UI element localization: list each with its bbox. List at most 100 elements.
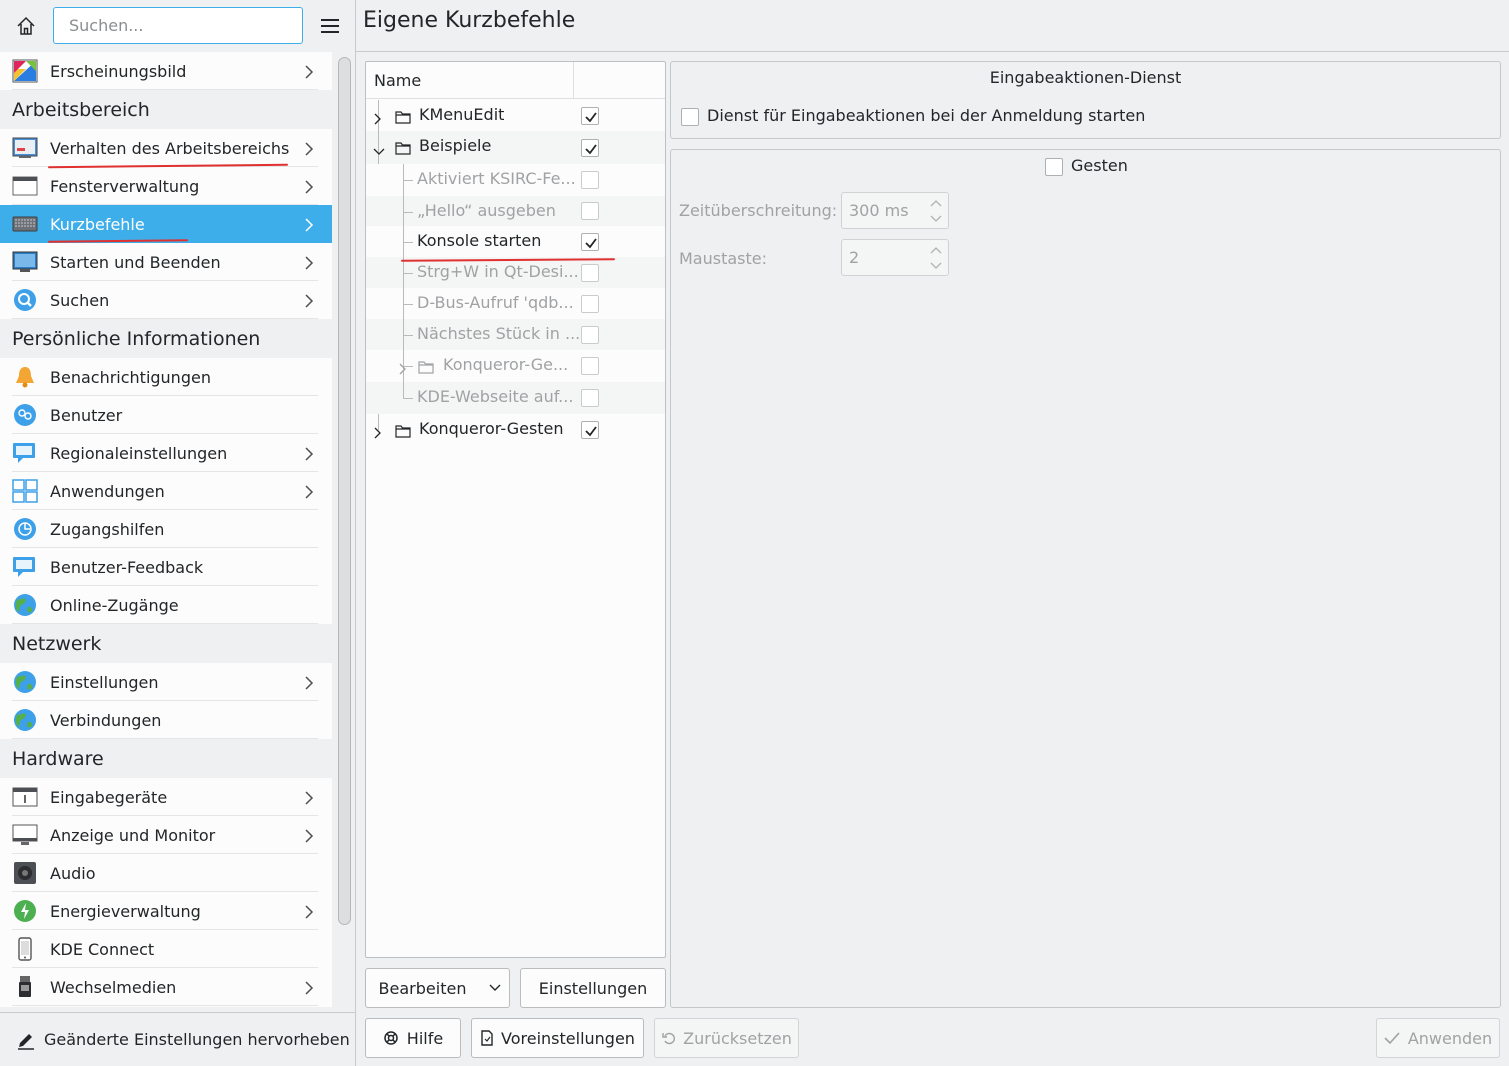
settings-button[interactable]: Einstellungen: [520, 968, 666, 1008]
tree-row[interactable]: Konqueror-Gesten: [366, 414, 665, 446]
sidebar-item-label: Wechselmedien: [50, 977, 177, 997]
tree-row[interactable]: Konsole starten: [366, 226, 665, 257]
sidebar-item-starten-und-beenden[interactable]: Starten und Beenden: [0, 243, 332, 281]
chevron-right-icon: [304, 446, 314, 461]
start-service-checkbox[interactable]: [681, 108, 699, 126]
sidebar-item-online-zugänge[interactable]: Online-Zugänge: [0, 586, 332, 624]
sidebar-item-kde-connect[interactable]: KDE Connect: [0, 930, 332, 968]
timeout-spinbox[interactable]: 300 ms: [841, 192, 949, 229]
tree-row-label: Nächstes Stück in ...: [417, 324, 581, 343]
tree-row-checkbox[interactable]: [581, 326, 599, 344]
home-button[interactable]: [12, 12, 40, 40]
users-icon: [12, 403, 38, 427]
defaults-button[interactable]: Voreinstellungen: [471, 1018, 644, 1058]
sidebar-item-verhalten-des-arbeitsbereichs[interactable]: Verhalten des Arbeitsbereichs: [0, 129, 332, 167]
help-label: Hilfe: [406, 1028, 444, 1048]
undo-icon: [662, 1032, 676, 1045]
help-button[interactable]: Hilfe: [365, 1018, 461, 1058]
sidebar-item-anwendungen[interactable]: Anwendungen: [0, 472, 332, 510]
sidebar-item-anzeige-und-monitor[interactable]: Anzeige und Monitor: [0, 816, 332, 854]
sidebar-item-energieverwaltung[interactable]: Energieverwaltung: [0, 892, 332, 930]
sidebar-item-label: Regionaleinstellungen: [50, 443, 228, 463]
sidebar-scrollbar-handle[interactable]: [338, 57, 351, 925]
tree-branch-line: [403, 212, 413, 213]
tree-row-checkbox[interactable]: [581, 389, 599, 407]
hamburger-menu-button[interactable]: [318, 14, 342, 38]
column-name-header[interactable]: Name: [374, 71, 421, 90]
tree-row-label: Konqueror-Ge...: [443, 355, 569, 374]
tree-row[interactable]: Konqueror-Ge...: [366, 350, 665, 382]
tree-row-checkbox[interactable]: [581, 233, 599, 251]
sidebar-item-label: Anzeige und Monitor: [50, 825, 216, 845]
tree-row-checkbox[interactable]: [581, 139, 599, 157]
globe-icon: [12, 708, 38, 732]
chevron-right-icon: [304, 141, 314, 156]
expand-right-icon[interactable]: [373, 110, 383, 129]
tree-branch-line: [403, 335, 413, 336]
tree-row[interactable]: KDE-Webseite auf...: [366, 382, 665, 414]
folder-icon: [418, 359, 434, 378]
sidebar-item-wechselmedien[interactable]: Wechselmedien: [0, 968, 332, 1006]
gestures-checkbox[interactable]: [1045, 158, 1063, 176]
tree-branch-line: [403, 273, 413, 274]
sidebar-item-verbindungen[interactable]: Verbindungen: [0, 701, 332, 739]
service-group-title: Eingabeaktionen-Dienst: [989, 68, 1182, 87]
category-heading: Netzwerk: [0, 624, 332, 663]
chevron-right-icon: [304, 904, 314, 919]
tree-row[interactable]: KMenuEdit: [366, 100, 665, 131]
tree-row-label: Konqueror-Gesten: [419, 419, 564, 438]
tree-row-checkbox[interactable]: [581, 107, 599, 125]
actions-tree[interactable]: Name KMenuEdit Beispiele Aktiviert KSIRC-F…: [365, 61, 666, 958]
tree-row[interactable]: Beispiele: [366, 131, 665, 164]
sidebar-item-einstellungen[interactable]: Einstellungen: [0, 663, 332, 701]
expand-right-icon[interactable]: [373, 424, 383, 443]
sidebar-item-label: Eingabegeräte: [50, 787, 168, 807]
sidebar-item-audio[interactable]: Audio: [0, 854, 332, 892]
highlight-changes-button[interactable]: Geänderte Einstellungen hervorheben: [0, 1012, 356, 1066]
sidebar-item-fensterverwaltung[interactable]: Fensterverwaltung: [0, 167, 332, 205]
tree-row-checkbox[interactable]: [581, 171, 599, 189]
edit-dropdown-button[interactable]: Bearbeiten: [365, 968, 510, 1008]
reset-button[interactable]: Zurücksetzen: [654, 1018, 799, 1058]
tree-row-label: KDE-Webseite auf...: [417, 387, 574, 406]
search-input[interactable]: [53, 7, 303, 44]
sidebar-item-label: KDE Connect: [50, 939, 155, 959]
tree-branch-line: [403, 398, 413, 399]
speaker-icon: [12, 861, 38, 885]
sidebar-item-erscheinungsbild[interactable]: Erscheinungsbild: [0, 52, 332, 90]
tree-row[interactable]: „Hello“ ausgeben: [366, 196, 665, 226]
tree-row-checkbox[interactable]: [581, 295, 599, 313]
folder-icon: [395, 140, 411, 159]
sidebar-item-label: Benutzer-Feedback: [50, 557, 204, 577]
highlight-changes-label: Geänderte Einstellungen hervorheben: [44, 1030, 350, 1049]
expand-right-icon[interactable]: [398, 360, 408, 379]
expand-down-icon[interactable]: [373, 142, 385, 161]
tree-row-checkbox[interactable]: [581, 357, 599, 375]
sidebar-item-zugangshilfen[interactable]: Zugangshilfen: [0, 510, 332, 548]
sidebar-item-eingabegeräte[interactable]: Eingabegeräte: [0, 778, 332, 816]
chevron-right-icon: [304, 790, 314, 805]
apply-button[interactable]: Anwenden: [1376, 1018, 1500, 1058]
hamburger-icon: [321, 19, 339, 33]
tree-row-label: Aktiviert KSIRC-Fe...: [417, 169, 576, 188]
sidebar-item-kurzbefehle[interactable]: Kurzbefehle: [0, 205, 332, 243]
sidebar-item-benutzer[interactable]: Benutzer: [0, 396, 332, 434]
keyboard-icon: [12, 212, 38, 236]
sidebar-item-suchen[interactable]: Suchen: [0, 281, 332, 319]
tree-row-checkbox[interactable]: [581, 264, 599, 282]
tree-row[interactable]: Aktiviert KSIRC-Fe...: [366, 164, 665, 196]
sidebar-item-benachrichtigungen[interactable]: Benachrichtigungen: [0, 358, 332, 396]
gestures-label: Gesten: [1071, 156, 1128, 175]
sidebar-item-regionaleinstellungen[interactable]: Regionaleinstellungen: [0, 434, 332, 472]
start-service-label: Dienst für Eingabeaktionen bei der Anmel…: [707, 106, 1146, 125]
sidebar-item-benutzer-feedback[interactable]: Benutzer-Feedback: [0, 548, 332, 586]
edit-button-label: Bearbeiten: [378, 978, 467, 998]
tree-branch-line: [403, 382, 404, 398]
tree-row[interactable]: D-Bus-Aufruf 'qdb...: [366, 288, 665, 319]
tree-branch-line: [403, 180, 413, 181]
tree-row-checkbox[interactable]: [581, 202, 599, 220]
mouse-button-spinbox[interactable]: 2: [841, 239, 949, 276]
tree-row[interactable]: Nächstes Stück in ...: [366, 319, 665, 350]
tree-row-checkbox[interactable]: [581, 421, 599, 439]
tree-row-label: Konsole starten: [417, 231, 542, 250]
